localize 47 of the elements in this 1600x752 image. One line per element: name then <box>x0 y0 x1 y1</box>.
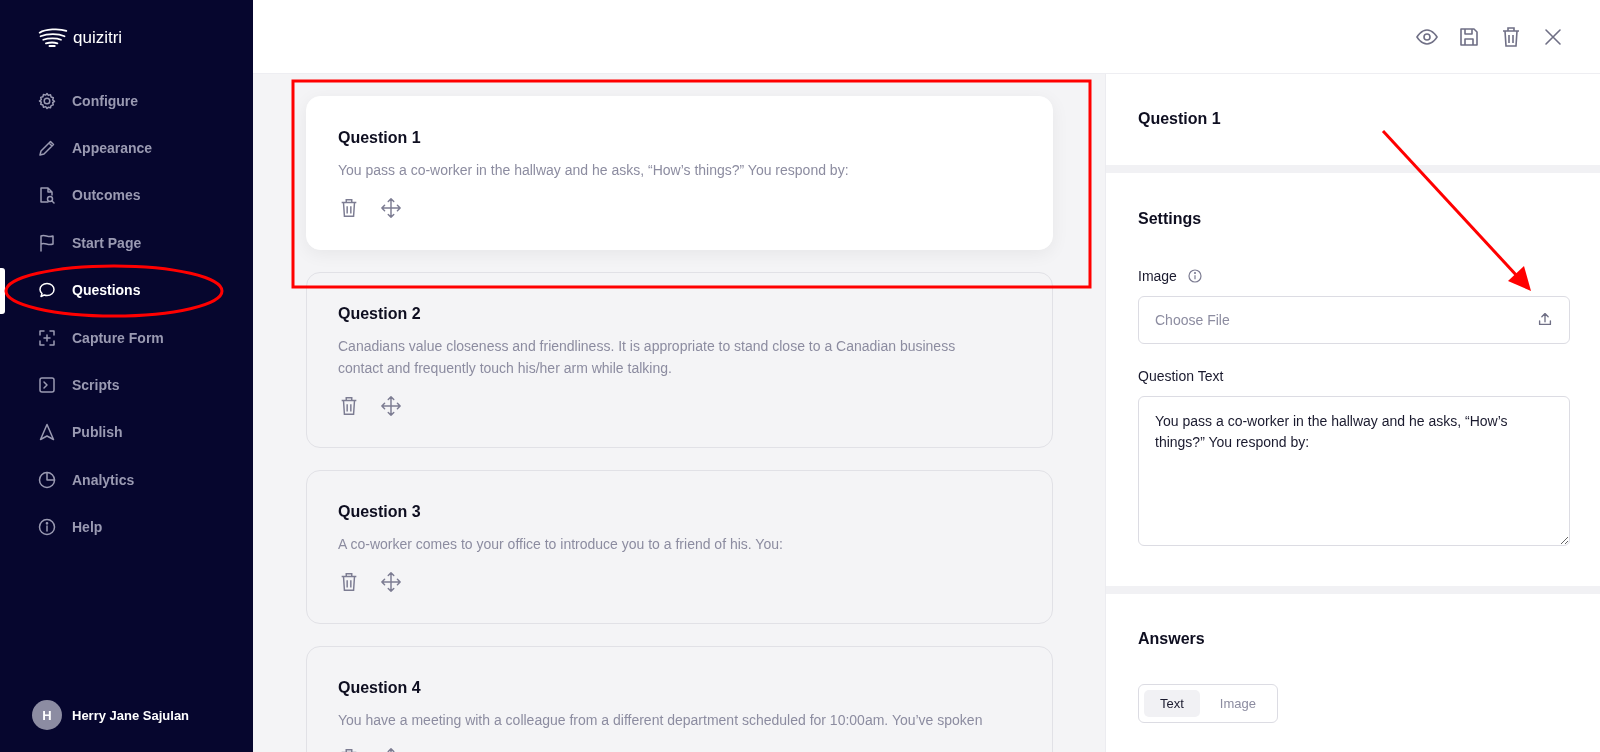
send-icon <box>37 422 57 443</box>
user-name: Herry Jane Sajulan <box>72 707 190 723</box>
pie-chart-icon <box>37 469 57 490</box>
sidebar-item[interactable]: Outcomes <box>0 171 253 220</box>
question-card[interactable]: Question 1 You pass a co-worker in the hallway and he asks, “How’s things?” You respond by: <box>306 96 1053 250</box>
move-arrows-icon[interactable] <box>380 571 402 593</box>
sidebar-item[interactable]: Appearance <box>0 124 253 172</box>
image-label: Image <box>1138 268 1177 284</box>
gear-icon <box>37 90 57 111</box>
question-text: You have a meeting with a colleague from a different department scheduled for 10:00am. You’ve spoken <box>338 711 984 730</box>
answers-heading: Answers <box>1138 630 1206 648</box>
sidebar-item[interactable]: Start Page <box>0 219 253 267</box>
question-title: Question 2 <box>338 305 422 323</box>
logo-text: quizitri <box>73 28 123 48</box>
pencil-icon <box>37 138 57 159</box>
flag-icon <box>37 232 57 253</box>
question-card[interactable]: Question 3 A co-worker comes to your office to introduce you to a friend of his. You: <box>306 470 1053 624</box>
move-arrows-icon[interactable] <box>380 197 402 219</box>
sidebar-item[interactable]: Questions <box>0 266 253 314</box>
move-arrows-icon[interactable] <box>380 395 402 417</box>
question-text-field[interactable]: You pass a co-worker in the hallway and he asks, “How’s things?” You respond by: <box>1138 396 1570 546</box>
upload-icon[interactable] <box>1536 310 1554 328</box>
capture-frame-icon <box>37 327 57 348</box>
question-card[interactable]: Question 2 Canadians value closeness and friendliness. It is appropriate to stand close to a Canadian business contact and frequently touch his/her arm while talking. <box>306 272 1053 448</box>
question-text-label: Question Text <box>1138 368 1225 384</box>
question-title: Question 4 <box>338 679 422 697</box>
sidebar-item[interactable]: Scripts <box>0 361 253 409</box>
sidebar-item[interactable]: Publish <box>0 408 253 457</box>
sidebar-item[interactable]: Help <box>0 503 253 551</box>
terminal-icon <box>37 375 57 396</box>
info-icon <box>37 517 57 538</box>
question-title: Question 3 <box>338 503 422 521</box>
panel-title: Question 1 <box>1138 110 1222 128</box>
answer-type-tab[interactable]: Text <box>1144 690 1200 717</box>
document-search-icon <box>37 185 57 206</box>
settings-heading: Settings <box>1138 210 1203 228</box>
question-text: Canadians value closeness and friendliness. It is appropriate to stand close to a Canadian business contact and frequently touch his/her arm while talking. <box>338 337 957 378</box>
file-input-field[interactable]: Choose File <box>1138 296 1570 344</box>
sidebar-item[interactable]: Capture Form <box>0 313 253 362</box>
question-text: A co-worker comes to your office to introduce you to a friend of his. You: <box>338 535 784 554</box>
sidebar-item[interactable]: Configure <box>0 77 253 125</box>
question-title: Question 1 <box>338 129 422 147</box>
info-icon[interactable] <box>1186 268 1203 284</box>
avatar: H <box>32 700 62 730</box>
sidebar-item[interactable]: Analytics <box>0 456 253 504</box>
question-card[interactable]: Question 4 You have a meeting with a colleague from a different department scheduled for 10:00am. You’ve spoken <box>306 646 1053 752</box>
question-text: You pass a co-worker in the hallway and he asks, “How’s things?” You respond by: <box>338 161 850 180</box>
